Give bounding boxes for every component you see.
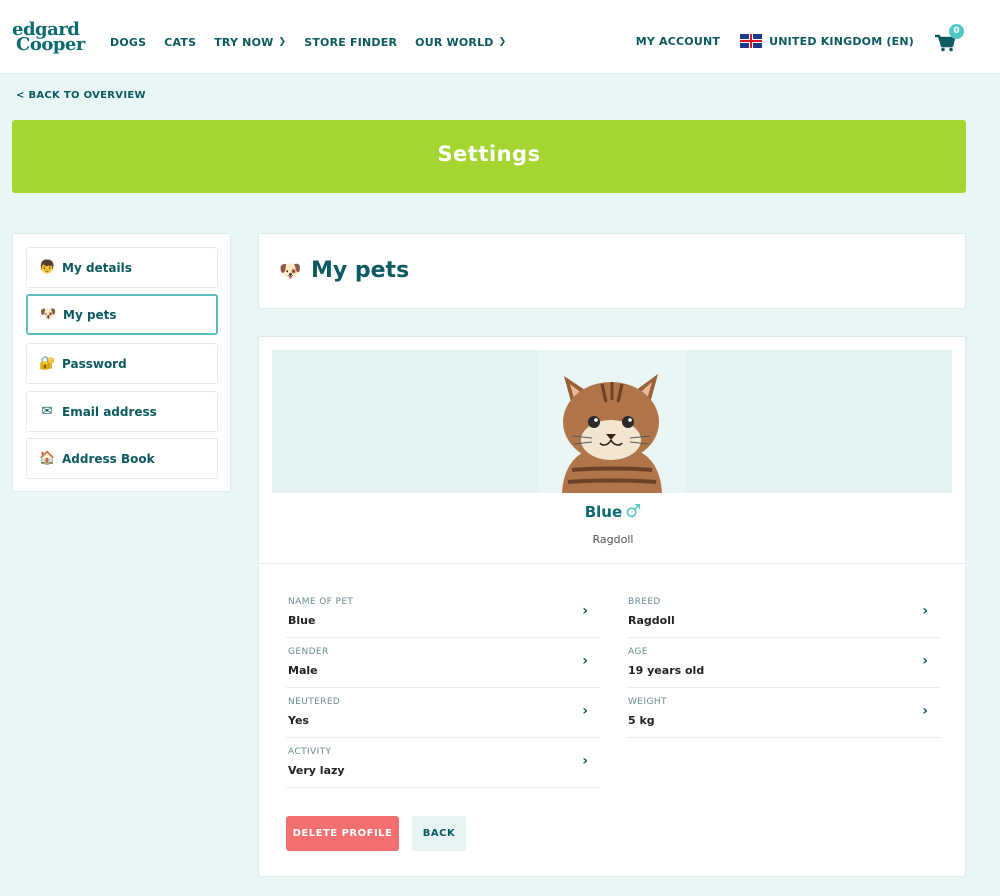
sidebar-item-address-book[interactable]: 🏠 Address Book [26, 438, 218, 479]
envelope-icon: ✉ [41, 404, 53, 419]
lock-key-icon: 🔐 [39, 356, 56, 371]
main-nav: DOGS CATS TRY NOW ❯ STORE FINDER OUR WORL… [110, 34, 524, 50]
back-button[interactable]: BACK [412, 816, 466, 851]
sidebar-item-email-address[interactable]: ✉ Email address [26, 391, 218, 432]
back-to-overview-link[interactable]: < BACK TO OVERVIEW [16, 90, 146, 101]
cat-portrait-icon [539, 350, 685, 493]
pet-name-heading: Blue ♂ [259, 501, 967, 522]
pet-profile-panel: Blue ♂ Ragdoll NAME OF PET Blue › GENDER … [258, 336, 966, 877]
nav-store-finder-label: STORE FINDER [304, 35, 398, 49]
chevron-right-icon: › [582, 653, 588, 669]
sidebar-item-my-details[interactable]: 👦 My details [26, 247, 218, 288]
country-selector[interactable]: UNITED KINGDOM (EN) [740, 34, 914, 48]
chevron-right-icon: › [582, 753, 588, 769]
nav-dogs-label: DOGS [110, 35, 147, 49]
nav-store-finder[interactable]: STORE FINDER [304, 36, 397, 49]
divider [259, 563, 965, 564]
section-title: My pets [311, 258, 410, 283]
chevron-right-icon: › [922, 603, 928, 619]
field-value: Ragdoll [628, 614, 675, 627]
account-nav: MY ACCOUNT UNITED KINGDOM (EN) 0 [636, 24, 964, 52]
sidebar-item-label: My details [62, 260, 132, 275]
field-value: Blue [288, 614, 316, 627]
edgard-cooper-logo[interactable]: edgard Cooper [12, 21, 94, 58]
field-value: Yes [288, 714, 309, 727]
field-label: ACTIVITY [288, 747, 332, 757]
pet-breed-subtitle: Ragdoll [592, 533, 634, 546]
chevron-right-icon: › [582, 703, 588, 719]
logo-line-2: Cooper [16, 34, 85, 55]
male-gender-icon: ♂ [625, 501, 642, 522]
sidebar-item-my-pets[interactable]: 🐶 My pets [26, 294, 218, 335]
house-icon: 🏠 [39, 451, 56, 466]
dog-face-icon: 🐶 [279, 261, 302, 282]
nav-try-now[interactable]: TRY NOW ❯ [214, 36, 286, 49]
chevron-down-icon: ❯ [278, 37, 287, 47]
cart-count-badge: 0 [949, 24, 964, 39]
site-header: edgard Cooper DOGS CATS TRY NOW ❯ STORE F… [0, 0, 1000, 74]
field-neutered[interactable]: NEUTERED Yes › [286, 689, 600, 738]
nav-our-world[interactable]: OUR WORLD ❯ [415, 36, 506, 49]
sidebar-item-label: Email address [62, 404, 157, 419]
field-age[interactable]: AGE 19 years old › [626, 639, 940, 688]
settings-sidebar: 👦 My details 🐶 My pets 🔐 Password ✉ Emai… [12, 233, 231, 492]
field-label: NAME OF PET [288, 597, 354, 607]
sidebar-item-label: My pets [63, 307, 117, 322]
field-breed[interactable]: BREED Ragdoll › [626, 589, 940, 638]
field-value: 19 years old [628, 664, 705, 677]
nav-cats-label: CATS [164, 35, 197, 49]
child-face-icon: 👦 [39, 260, 56, 275]
field-weight[interactable]: WEIGHT 5 kg › [626, 689, 940, 738]
chevron-right-icon: › [582, 603, 588, 619]
settings-banner: Settings [12, 120, 966, 193]
chevron-right-icon: › [922, 703, 928, 719]
my-pets-header-panel: 🐶 My pets [258, 233, 966, 309]
nav-cats[interactable]: CATS [164, 36, 196, 49]
chevron-right-icon: › [922, 653, 928, 669]
sidebar-item-label: Address Book [62, 451, 155, 466]
field-name-of-pet[interactable]: NAME OF PET Blue › [286, 589, 600, 638]
page-title: Settings [437, 142, 541, 166]
sidebar-item-label: Password [62, 356, 127, 371]
field-label: AGE [628, 647, 648, 657]
field-value: 5 kg [628, 714, 655, 727]
uk-flag-icon [740, 34, 763, 48]
my-account-label: MY ACCOUNT [635, 34, 721, 48]
pet-illustration [272, 350, 952, 493]
field-label: BREED [628, 597, 661, 607]
country-label: UNITED KINGDOM (EN) [769, 34, 914, 48]
nav-try-now-label: TRY NOW [214, 35, 274, 49]
nav-dogs[interactable]: DOGS [110, 36, 146, 49]
chevron-down-icon: ❯ [498, 37, 507, 47]
field-label: GENDER [288, 647, 329, 657]
dog-face-icon: 🐶 [40, 307, 57, 322]
field-label: NEUTERED [288, 697, 341, 707]
my-account-link[interactable]: MY ACCOUNT [636, 35, 720, 48]
field-value: Male [288, 664, 318, 677]
sidebar-item-password[interactable]: 🔐 Password [26, 343, 218, 384]
delete-profile-button[interactable]: DELETE PROFILE [286, 816, 399, 851]
field-label: WEIGHT [628, 697, 667, 707]
field-gender[interactable]: GENDER Male › [286, 639, 600, 688]
field-value: Very lazy [288, 764, 345, 777]
pet-name: Blue [584, 503, 623, 521]
field-activity[interactable]: ACTIVITY Very lazy › [286, 739, 600, 788]
cart-button[interactable]: 0 [934, 24, 964, 52]
nav-our-world-label: OUR WORLD [415, 35, 494, 49]
